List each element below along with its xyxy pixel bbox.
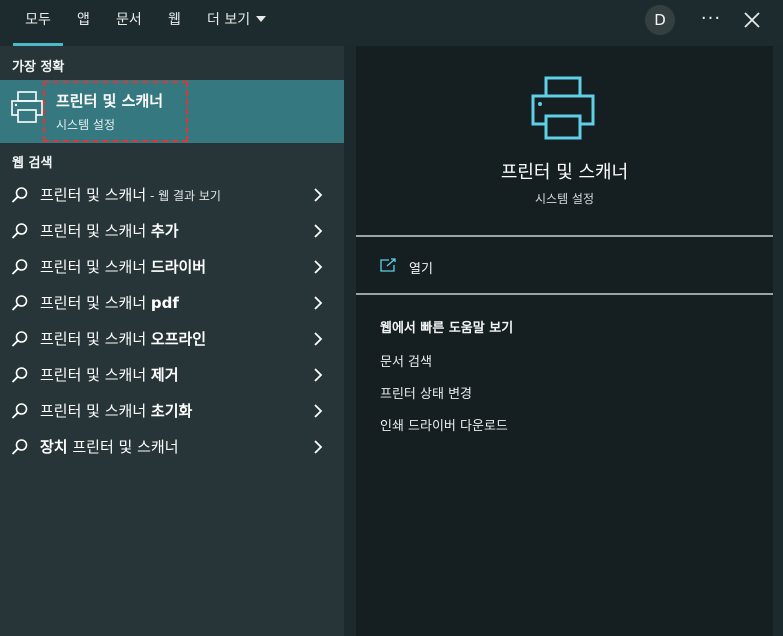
suggestion-label: 프린터 및 스캐너 드라이버 [40,258,207,276]
search-icon [11,367,28,383]
printer-icon [11,91,43,123]
avatar[interactable]: D [645,5,675,35]
open-label: 열기 [409,262,433,277]
detail-subtitle: 시스템 설정 [534,192,594,206]
suggestion-label: 프린터 및 스캐너 추가 [40,222,179,240]
web-search-suggestion-driver[interactable]: 프린터 및 스캐너 드라이버 [0,248,344,284]
detail-panel: 프린터 및 스캐너 시스템 설정 열기 웹에서 빠른 도움말 보기 문서 검색 … [356,46,773,636]
tab-documents[interactable]: 문서 [116,0,142,46]
web-search-suggestion-device[interactable]: 장치 프린터 및 스캐너 [0,428,344,464]
best-match-item[interactable]: 프린터 및 스캐너 시스템 설정 [0,80,344,143]
printer-icon [531,76,595,140]
web-search-header: 웹 검색 [12,156,53,171]
quick-help-title: 웹에서 빠른 도움말 보기 [380,321,514,336]
search-icon [11,295,28,311]
open-button[interactable]: 열기 [356,246,773,286]
help-link-driver-download[interactable]: 인쇄 드라이버 다운로드 [380,415,508,434]
best-match-header: 가장 정확 [12,60,65,75]
web-search-suggestion-reset[interactable]: 프린터 및 스캐너 초기화 [0,392,344,428]
web-search-result[interactable]: 프린터 및 스캐너 - 웹 결과 보기 [0,176,344,212]
search-icon [11,331,28,347]
divider [356,235,773,237]
tab-apps[interactable]: 앱 [77,0,90,46]
chevron-down-icon [256,16,267,22]
suggestion-label: 프린터 및 스캐너 초기화 [40,402,193,420]
chevron-right-icon [314,332,323,346]
open-window-icon [380,258,396,272]
chevron-right-icon [314,260,323,274]
search-icon [11,187,28,203]
search-icon [11,223,28,239]
search-icon [11,439,28,455]
web-search-suggestion-offline[interactable]: 프린터 및 스캐너 오프라인 [0,320,344,356]
chevron-right-icon [314,296,323,310]
tab-web[interactable]: 웹 [168,0,181,46]
close-button[interactable] [740,6,764,34]
search-icon [11,259,28,275]
chevron-right-icon [314,404,323,418]
results-panel: 가장 정확 프린터 및 스캐너 시스템 설정 웹 검색 프린터 및 스캐너 - … [0,46,344,636]
help-link-printer-status[interactable]: 프린터 상태 변경 [380,383,472,402]
close-icon [744,12,760,28]
suggestion-label: 프린터 및 스캐너 오프라인 [40,330,207,348]
best-match-subtitle: 시스템 설정 [56,118,116,132]
web-search-suggestion-pdf[interactable]: 프린터 및 스캐너 pdf [0,284,344,320]
search-icon [11,403,28,419]
tab-more[interactable]: 더 보기 [207,0,267,46]
chevron-right-icon [314,188,323,202]
tab-more-label: 더 보기 [207,12,251,28]
web-search-suggestion-add[interactable]: 프린터 및 스캐너 추가 [0,212,344,248]
best-match-title: 프린터 및 스캐너 [56,92,164,110]
tab-all[interactable]: 모두 [13,0,63,46]
chevron-right-icon [314,224,323,238]
more-options-button[interactable]: ··· [698,6,724,34]
suggestion-label: 프린터 및 스캐너 제거 [40,366,179,384]
suggestion-label: 프린터 및 스캐너 pdf [40,294,179,312]
web-search-suggestion-remove[interactable]: 프린터 및 스캐너 제거 [0,356,344,392]
web-search-result-label: 프린터 및 스캐너 - 웹 결과 보기 [40,186,221,204]
detail-title: 프린터 및 스캐너 [500,162,629,183]
search-tab-bar: 모두 앱 문서 웹 더 보기 D ··· [0,0,783,46]
chevron-right-icon [314,368,323,382]
suggestion-label: 장치 프린터 및 스캐너 [40,438,179,456]
help-link-doc-search[interactable]: 문서 검색 [380,351,432,370]
chevron-right-icon [314,440,323,454]
divider [356,293,773,295]
